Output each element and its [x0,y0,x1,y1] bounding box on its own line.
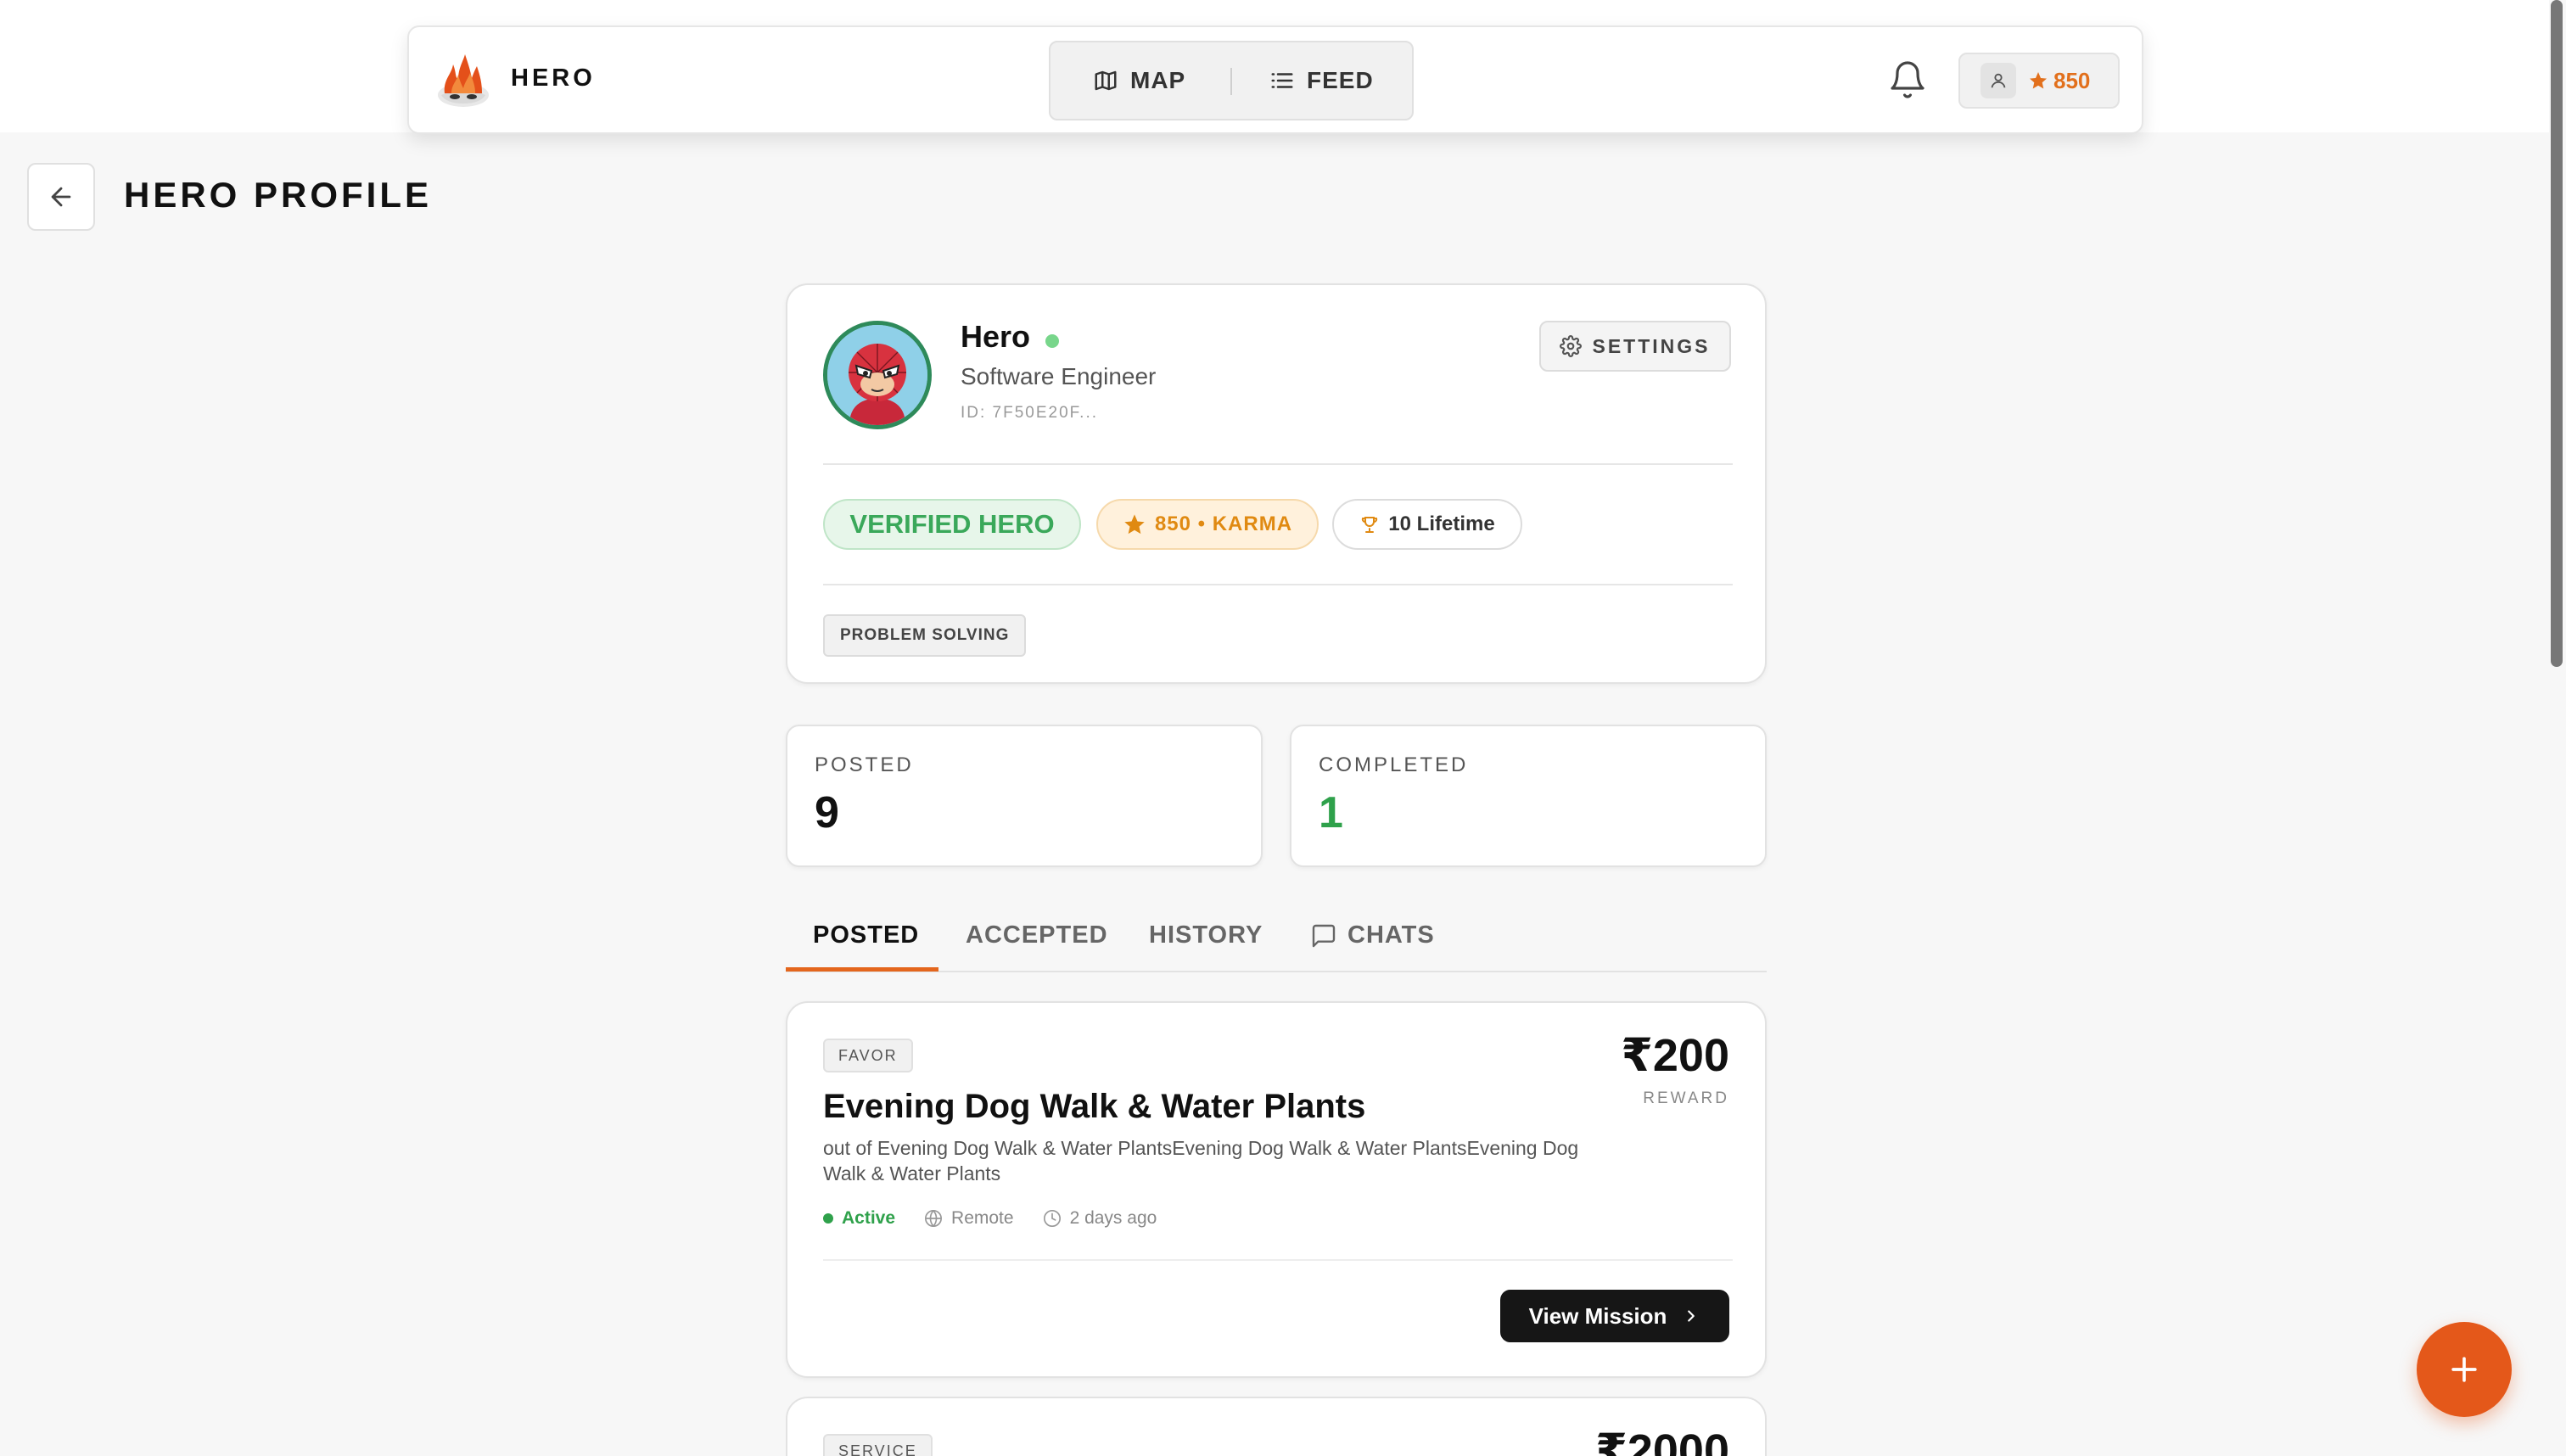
globe-icon [925,1210,943,1227]
profile-name: Hero [961,319,1031,354]
bell-icon[interactable] [1887,59,1928,100]
user-karma: 850 [2028,68,2090,94]
hero-logo-icon[interactable] [433,49,494,110]
mission-time-label: 2 days ago [1069,1208,1157,1228]
tab-posted[interactable]: POSTED [813,921,919,949]
profile-card: Hero Software Engineer ID: 7F50E20F... S… [786,283,1767,684]
active-tab-indicator [786,967,938,972]
map-icon [1095,70,1117,91]
posted-stat-value: 9 [815,788,839,837]
navbar: HERO MAP FEED 850 [407,25,2143,134]
online-status-dot [1045,334,1059,348]
skill-tag: PROBLEM SOLVING [823,614,1027,657]
mission-card[interactable]: SERVICE ₹2000 [786,1397,1767,1456]
mission-card[interactable]: FAVOR Evening Dog Walk & Water Plants ou… [786,1001,1767,1378]
arrow-left-icon [51,187,71,207]
brand-name: HERO [511,64,596,92]
mission-time: 2 days ago [1043,1208,1157,1229]
page: HERO MAP FEED 850 HERO PROFILE Hero Soft… [0,0,2566,1456]
karma-badge: 850 • KARMA [1096,499,1319,550]
view-mission-button[interactable]: View Mission [1500,1290,1729,1342]
settings-button[interactable]: SETTINGS [1539,321,1731,372]
avatar[interactable] [823,321,932,429]
nav-map-button[interactable]: MAP [1093,42,1185,119]
completed-stat-value: 1 [1319,788,1343,837]
mission-reward-label: REWARD [1643,1089,1729,1107]
profile-id: ID: 7F50E20F... [961,404,1099,422]
mission-location-label: Remote [951,1208,1014,1228]
tab-chats-label: CHATS [1347,921,1435,949]
mission-status-label: Active [842,1208,896,1228]
star-icon [1124,514,1145,535]
posted-stat-label: POSTED [815,753,914,776]
clock-icon [1043,1210,1061,1227]
profile-tabs: POSTED ACCEPTED HISTORY CHATS [786,901,1767,972]
nav-map-label: MAP [1130,67,1186,93]
completed-stat-label: COMPLETED [1319,753,1469,776]
profile-divider-1 [823,463,1733,465]
tab-history[interactable]: HISTORY [1149,921,1263,949]
star-icon [2030,72,2047,89]
posted-stat-card: POSTED 9 [786,725,1263,867]
mission-status: Active [823,1208,895,1229]
view-mission-label: View Mission [1528,1302,1667,1329]
chevron-right-icon [1688,1310,1695,1322]
tab-accepted[interactable]: ACCEPTED [966,921,1108,949]
lifetime-badge: 10 Lifetime [1332,499,1522,550]
spider-hero-avatar-icon [827,325,927,425]
plus-icon [2451,1357,2477,1382]
karma-badge-label: 850 • KARMA [1154,512,1293,535]
view-toggle: MAP FEED [1049,41,1414,120]
user-icon [1981,63,2016,98]
mission-description: out of Evening Dog Walk & Water PlantsEv… [823,1137,1579,1184]
nav-feed-label: FEED [1307,67,1374,93]
user-karma-button[interactable]: 850 [1958,53,2120,109]
nav-feed-button[interactable]: FEED [1269,42,1374,119]
gear-icon [1560,335,1583,357]
mission-meta: Active Remote 2 days ago [823,1208,1157,1229]
page-title: HERO PROFILE [124,175,433,215]
mission-category: SERVICE [823,1434,933,1456]
completed-stat-card: COMPLETED 1 [1290,725,1767,867]
settings-label: SETTINGS [1592,334,1711,357]
lifetime-badge-label: 10 Lifetime [1388,512,1495,535]
profile-role: Software Engineer [961,363,1157,389]
list-icon [1271,73,1293,88]
mission-location: Remote [924,1208,1014,1229]
mission-title: Evening Dog Walk & Water Plants [823,1088,1366,1125]
back-button[interactable] [27,163,95,231]
mission-reward: ₹2000 [1595,1425,1729,1456]
mission-reward: ₹200 [1621,1030,1729,1081]
mission-category: FAVOR [823,1039,913,1072]
profile-divider-2 [823,584,1733,585]
verified-badge: VERIFIED HERO [823,499,1081,550]
mission-divider [823,1259,1733,1261]
scrollbar-thumb[interactable] [2551,0,2563,667]
user-karma-value: 850 [2053,67,2091,93]
tab-chats[interactable]: CHATS [1310,921,1435,949]
chat-bubble-icon [1312,924,1336,947]
nav-separator [1230,68,1232,95]
trophy-icon [1362,517,1378,533]
verified-badge-label: VERIFIED HERO [849,509,1055,539]
status-dot [823,1213,833,1224]
create-mission-button[interactable] [2417,1322,2512,1417]
